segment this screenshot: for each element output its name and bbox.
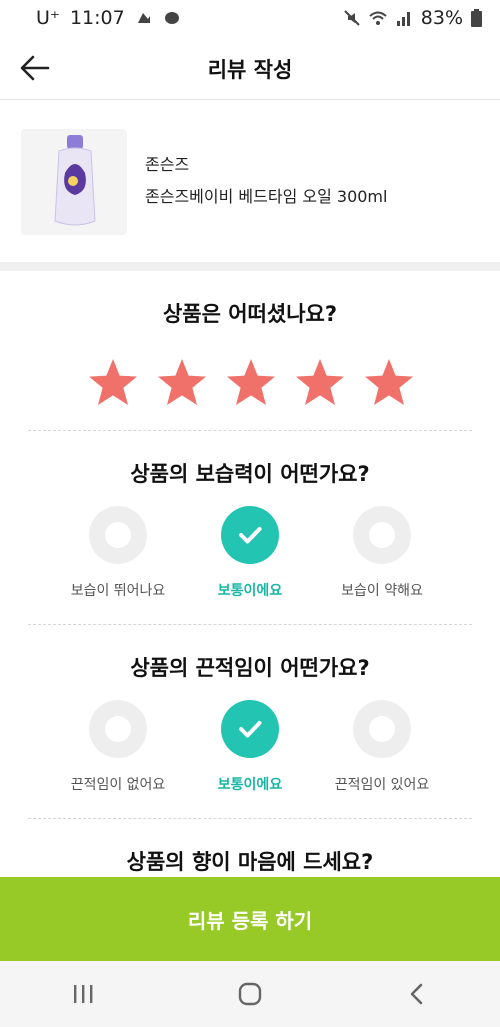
home-icon[interactable] [230, 974, 270, 1014]
back-nav-icon[interactable] [397, 974, 437, 1014]
option-label: 끈적임이 없어요 [70, 777, 166, 793]
moisture-question-title: 상품의 보습력이 어떤가요? [130, 462, 370, 486]
star-icon-5[interactable] [362, 356, 416, 410]
dashed-divider [28, 430, 472, 431]
stickiness-options: 끈적임이 없어요 보통이에요 끈적임이 있어요 [0, 700, 500, 800]
dashed-divider [28, 624, 472, 625]
check-circle-icon[interactable] [221, 506, 279, 564]
star-rating [86, 356, 416, 410]
star-icon-2[interactable] [155, 356, 209, 410]
option-label-selected: 보통이에요 [217, 777, 283, 793]
rating-question-title: 상품은 어떠셨나요? [162, 302, 338, 326]
clock: 11:07 [69, 7, 125, 29]
oil-bottle-image [54, 135, 96, 226]
product-brand: 존슨즈 [145, 155, 190, 174]
moisture-option-high[interactable]: 보습이 뛰어나요 [53, 506, 183, 600]
battery-icon [471, 9, 482, 27]
option-label: 보습이 뛰어나요 [70, 583, 166, 599]
star-icon-4[interactable] [293, 356, 347, 410]
product-summary: 존슨즈 존슨즈베이비 베드타임 오일 300ml [0, 101, 500, 261]
recent-apps-icon[interactable] [63, 974, 103, 1014]
option-label: 끈적임이 있어요 [334, 777, 430, 793]
star-icon-3[interactable] [224, 356, 278, 410]
moisture-options: 보습이 뛰어나요 보통이에요 보습이 약해요 [0, 506, 500, 606]
submit-review-button[interactable]: 리뷰 등록 하기 [0, 877, 500, 961]
moisture-option-low[interactable]: 보습이 약해요 [317, 506, 447, 600]
scent-question-title: 상품의 향이 마음에 드세요? [126, 850, 374, 874]
stickiness-option-normal[interactable]: 보통이에요 [185, 700, 315, 794]
mute-icon [344, 10, 360, 26]
radio-unselected-icon[interactable] [89, 700, 147, 758]
moisture-option-normal[interactable]: 보통이에요 [185, 506, 315, 600]
option-label-selected: 보통이에요 [217, 583, 283, 599]
stickiness-option-none[interactable]: 끈적임이 없어요 [53, 700, 183, 794]
stickiness-question-title: 상품의 끈적임이 어떤가요? [130, 656, 370, 680]
dashed-divider [28, 818, 472, 819]
status-bar: U⁺ 11:07 83% [0, 0, 500, 36]
check-circle-icon[interactable] [221, 700, 279, 758]
product-name: 존슨즈베이비 베드타임 오일 300ml [145, 187, 388, 206]
star-icon-1[interactable] [86, 356, 140, 410]
radio-unselected-icon[interactable] [89, 506, 147, 564]
section-divider [0, 262, 500, 271]
stickiness-option-sticky[interactable]: 끈적임이 있어요 [317, 700, 447, 794]
signal-icon [396, 12, 410, 26]
chat-icon [164, 12, 179, 24]
wifi-icon [369, 11, 387, 25]
app-header: 리뷰 작성 [0, 36, 500, 100]
carrier-label: U⁺ [36, 7, 60, 29]
radio-unselected-icon[interactable] [353, 506, 411, 564]
page-title: 리뷰 작성 [207, 58, 293, 82]
radio-unselected-icon[interactable] [353, 700, 411, 758]
battery-percent: 83% [420, 7, 463, 29]
notification-icon [137, 13, 150, 23]
option-label: 보습이 약해요 [341, 583, 423, 599]
product-image [21, 129, 127, 235]
system-nav-bar [0, 961, 500, 1027]
